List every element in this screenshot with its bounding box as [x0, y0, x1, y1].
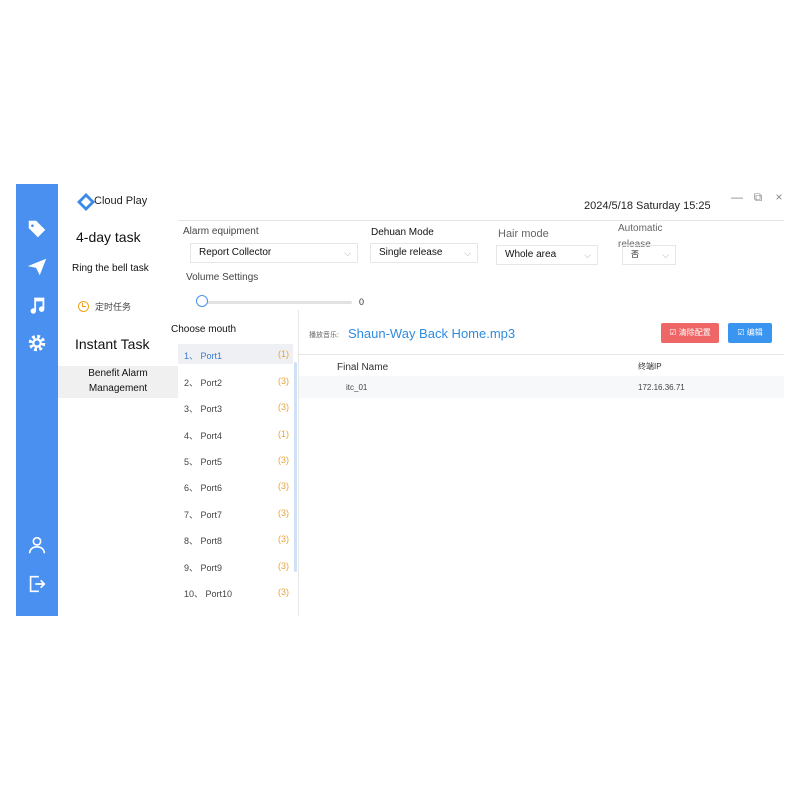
alarm-equipment-select[interactable]: Report Collector ⌵: [190, 243, 358, 263]
icon-rail: [16, 184, 58, 616]
dehuan-mode-select[interactable]: Single release ⌵: [370, 243, 478, 263]
port-item[interactable]: 10、 Port10 (3): [178, 582, 293, 602]
port-item[interactable]: 4、 Port4 (1): [178, 424, 293, 444]
port-item[interactable]: 2、 Port2 (3): [178, 371, 293, 391]
column-final-name: Final Name: [337, 362, 389, 373]
row-terminal-ip: 172.16.36.71: [638, 383, 685, 392]
hair-mode-select[interactable]: Whole area ⌵: [496, 245, 598, 265]
port-item[interactable]: 7、 Port7 (3): [178, 503, 293, 523]
clear-config-button[interactable]: ☑ 清除配置: [661, 323, 719, 343]
app-window: Cloud Play 2024/5/18 Saturday 15:25 — ⧉ …: [16, 184, 784, 616]
chevron-down-icon: ⌵: [464, 248, 471, 258]
logout-icon[interactable]: [26, 573, 48, 595]
port-item-label: 8、 Port8: [184, 536, 223, 546]
send-icon[interactable]: [26, 256, 48, 278]
restore-button[interactable]: ⧉: [751, 190, 765, 204]
nav-section-4day[interactable]: 4-day task: [76, 229, 141, 245]
port-list-panel: Choose mouth 1、 Port1 (1) 2、 Port2 (3) 3、 Po…: [171, 310, 299, 616]
settings-icon[interactable]: [26, 332, 48, 354]
task-nav: 4-day task Ring the bell task 定时任务 Insta…: [58, 220, 178, 616]
settings-panel: Alarm equipment Report Collector ⌵ Dehua…: [178, 220, 784, 310]
port-item-count: (3): [278, 508, 289, 518]
nav-item-ring-bell[interactable]: Ring the bell task: [72, 263, 149, 274]
port-item[interactable]: 9、 Port9 (3): [178, 556, 293, 576]
nav-item-benefit-alarm[interactable]: Benefit Alarm Management: [58, 366, 178, 398]
user-icon[interactable]: [26, 534, 48, 556]
port-item-label: 5、 Port5: [184, 457, 223, 467]
column-terminal-ip: 终端IP: [638, 362, 662, 371]
chevron-down-icon: ⌵: [662, 250, 669, 260]
clock-icon: [78, 301, 89, 312]
title-bar: Cloud Play 2024/5/18 Saturday 15:25 — ⧉ …: [58, 184, 784, 221]
chevron-down-icon: ⌵: [344, 248, 351, 258]
port-item-count: (3): [278, 481, 289, 491]
port-list-scrollbar[interactable]: [294, 362, 297, 572]
volume-settings-label: Volume Settings: [186, 272, 259, 283]
port-item-label: 1、 Port1: [184, 351, 223, 361]
port-item-count: (3): [278, 455, 289, 465]
port-item[interactable]: 1、 Port1 (1): [178, 344, 293, 364]
minimize-button[interactable]: —: [730, 190, 744, 204]
port-item-label: 10、 Port10: [184, 589, 233, 599]
app-title: Cloud Play: [94, 195, 148, 207]
automatic-release-select[interactable]: 否 ⌵: [622, 245, 676, 265]
nav-section-instant[interactable]: Instant Task: [75, 336, 149, 352]
nav-item-timed-task[interactable]: 定时任务: [78, 300, 131, 313]
port-item-label: 7、 Port7: [184, 510, 223, 520]
port-item[interactable]: 8、 Port8 (3): [178, 529, 293, 549]
alarm-equipment-label: Alarm equipment: [183, 226, 259, 237]
port-item-count: (1): [278, 429, 289, 439]
port-item-label: 9、 Port9: [184, 563, 223, 573]
chevron-down-icon: ⌵: [584, 250, 591, 260]
choose-mouth-title: Choose mouth: [171, 324, 237, 335]
row-terminal-name: itc_01: [346, 383, 368, 392]
edit-label: 编辑: [746, 328, 763, 337]
music-file-name[interactable]: Shaun-Way Back Home.mp3: [348, 326, 515, 341]
port-item[interactable]: 5、 Port5 (3): [178, 450, 293, 470]
port-item-label: 4、 Port4: [184, 431, 223, 441]
music-prefix-label: 播放音乐:: [309, 332, 339, 339]
alarm-equipment-value: Report Collector: [199, 247, 272, 258]
datetime-display: 2024/5/18 Saturday 15:25: [584, 200, 711, 212]
edit-button[interactable]: ☑ 编辑: [728, 323, 772, 343]
dehuan-mode-value: Single release: [379, 247, 443, 258]
port-item[interactable]: 6、 Port6 (3): [178, 476, 293, 496]
clear-config-label: 清除配置: [678, 328, 711, 337]
volume-value: 0: [359, 297, 365, 307]
cloud-play-logo-icon: [77, 193, 95, 211]
dehuan-mode-label: Dehuan Mode: [371, 227, 434, 238]
table-row[interactable]: itc_01 172.16.36.71: [299, 376, 784, 398]
port-item-count: (3): [278, 561, 289, 571]
volume-slider-handle[interactable]: [196, 295, 208, 307]
port-item-count: (3): [278, 376, 289, 386]
tag-icon[interactable]: [26, 218, 48, 240]
port-item-count: (3): [278, 534, 289, 544]
volume-slider-track[interactable]: [202, 301, 352, 304]
port-item-label: 3、 Port3: [184, 404, 223, 414]
nav-item-timed-task-label: 定时任务: [95, 302, 132, 312]
terminal-table-header: Final Name 终端IP: [299, 354, 784, 378]
hair-mode-value: Whole area: [505, 249, 557, 260]
port-item-label: 6、 Port6: [184, 483, 223, 493]
music-icon[interactable]: [26, 294, 48, 316]
port-item[interactable]: 3、 Port3 (3): [178, 397, 293, 417]
port-item-count: (1): [278, 349, 289, 359]
edit-icon: ☑: [669, 328, 677, 337]
edit-icon: ☑: [737, 328, 745, 337]
automatic-release-value: 否: [631, 250, 639, 259]
hair-mode-label: Hair mode: [498, 228, 549, 240]
port-item-count: (3): [278, 402, 289, 412]
port-item-count: (3): [278, 587, 289, 597]
close-button[interactable]: ×: [772, 190, 784, 204]
detail-panel: 播放音乐: Shaun-Way Back Home.mp3 ☑ 清除配置 ☑ 编…: [299, 310, 784, 616]
port-item-label: 2、 Port2: [184, 378, 223, 388]
